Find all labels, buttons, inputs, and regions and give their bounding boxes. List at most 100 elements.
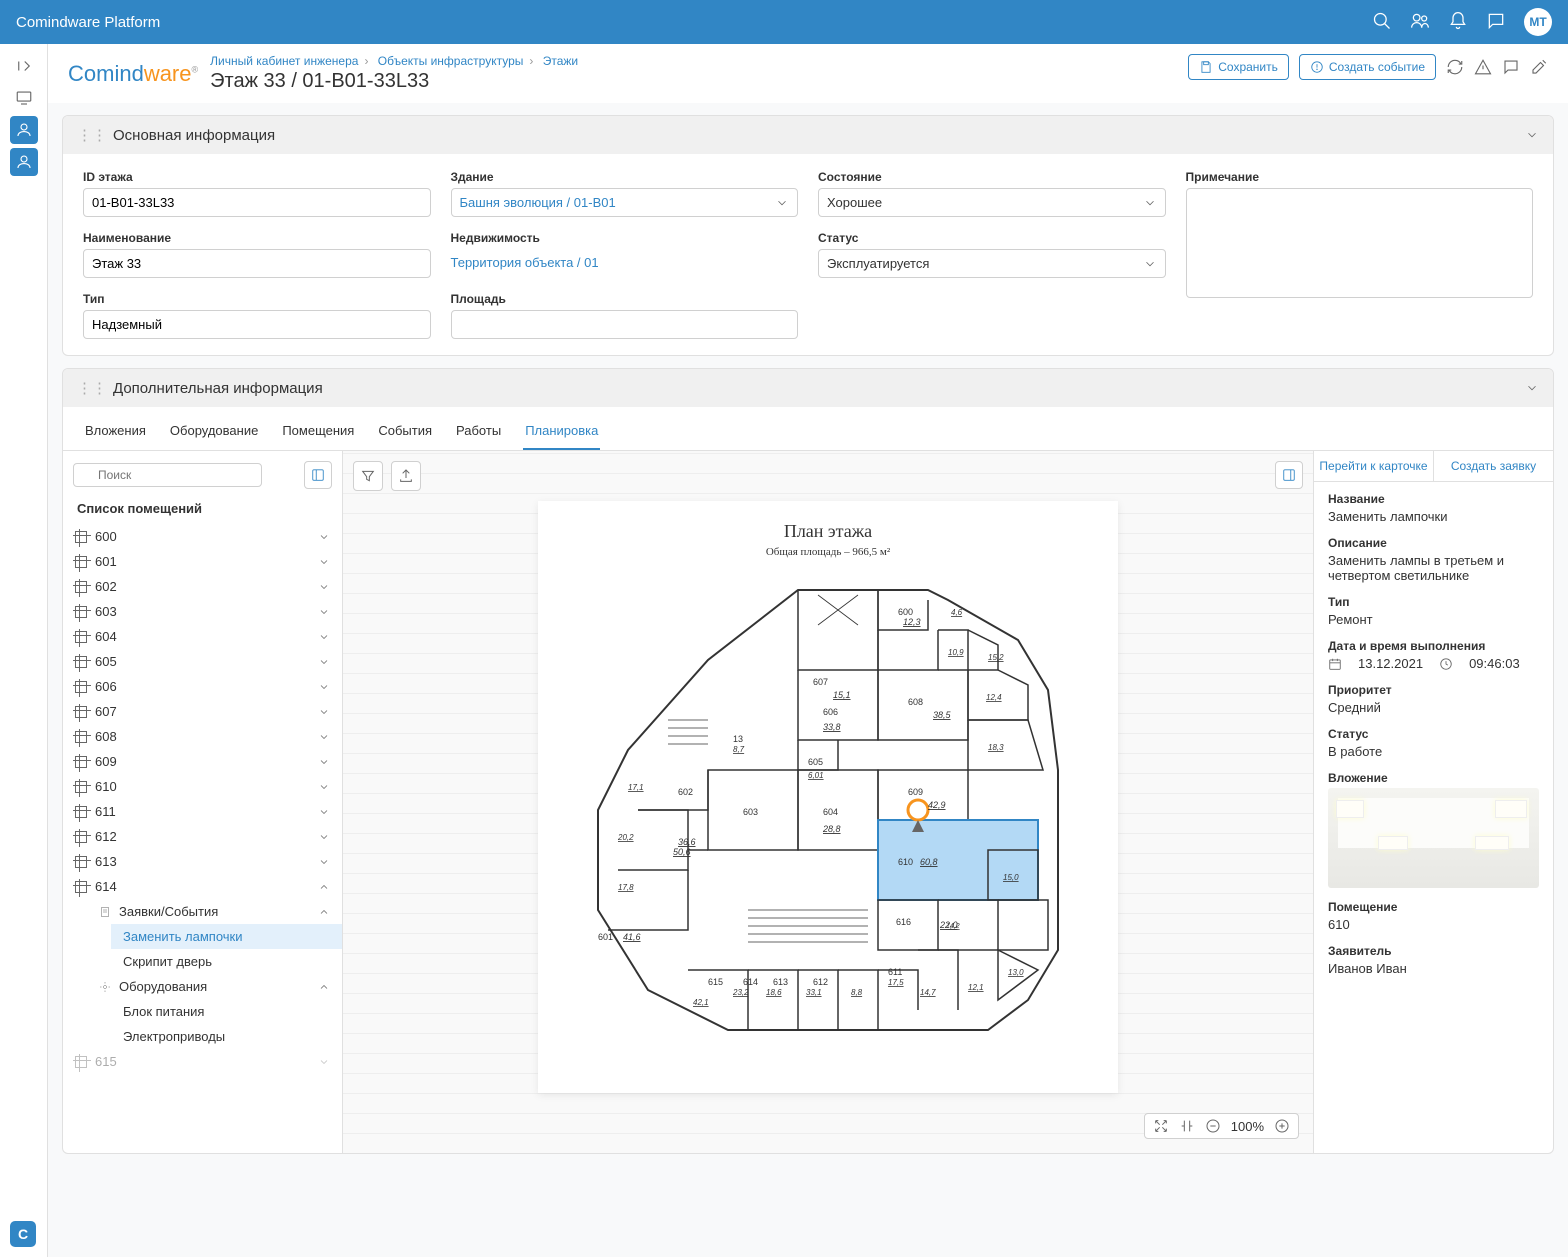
zoom-bar: 100% <box>1144 1113 1299 1139</box>
fit-icon[interactable] <box>1179 1118 1195 1134</box>
svg-text:10,9: 10,9 <box>948 648 964 657</box>
tab-2[interactable]: Помещения <box>280 417 356 450</box>
breadcrumb-2[interactable]: Этажи <box>543 54 578 68</box>
bell-icon[interactable] <box>1448 11 1468 34</box>
breadcrumb-1[interactable]: Объекты инфраструктуры <box>378 54 524 68</box>
equipment-item-1[interactable]: Электроприводы <box>111 1024 342 1049</box>
topbar: Comindware Platform MT <box>0 0 1568 44</box>
detail-date: 13.12.2021 <box>1358 656 1423 671</box>
floorplan-canvas[interactable]: План этажа Общая площадь – 966,5 м² <box>343 451 1313 1153</box>
tab-5[interactable]: Планировка <box>523 417 600 450</box>
room-item-605[interactable]: 605 <box>63 649 342 674</box>
detail-title-value: Заменить лампочки <box>1328 509 1539 524</box>
svg-text:33,1: 33,1 <box>806 988 822 997</box>
detail-status-value: В работе <box>1328 744 1539 759</box>
detail-type-label: Тип <box>1328 595 1539 609</box>
detail-panel: Перейти к карточке Создать заявку Назван… <box>1313 451 1553 1153</box>
create-event-button[interactable]: Создать событие <box>1299 54 1436 80</box>
id-input[interactable] <box>83 188 431 217</box>
note-input[interactable] <box>1186 188 1534 298</box>
search-icon[interactable] <box>1372 11 1392 34</box>
svg-text:36,6: 36,6 <box>678 837 696 847</box>
go-to-card-link[interactable]: Перейти к карточке <box>1314 451 1434 481</box>
room-item-606[interactable]: 606 <box>63 674 342 699</box>
panel-basic-info: ⋮⋮Основная информация ID этажа ЗданиеБаш… <box>62 115 1554 356</box>
rail-user2-icon[interactable] <box>10 148 38 176</box>
panel-toggle-left[interactable] <box>304 461 332 489</box>
expand-icon[interactable] <box>1153 1118 1169 1134</box>
building-select[interactable]: Башня эволюция / 01-B01 <box>451 188 799 217</box>
warning-icon[interactable] <box>1474 58 1492 76</box>
panel-header-basic[interactable]: ⋮⋮Основная информация <box>63 116 1553 154</box>
tab-4[interactable]: Работы <box>454 417 503 450</box>
users-icon[interactable] <box>1410 11 1430 34</box>
request-item-0[interactable]: Заменить лампочки <box>111 924 342 949</box>
svg-text:17,8: 17,8 <box>618 883 634 892</box>
refresh-icon[interactable] <box>1446 58 1464 76</box>
area-input[interactable] <box>451 310 799 339</box>
tab-0[interactable]: Вложения <box>83 417 148 450</box>
equipment-item-0[interactable]: Блок питания <box>111 999 342 1024</box>
save-button[interactable]: Сохранить <box>1188 54 1289 80</box>
room-item-603[interactable]: 603 <box>63 599 342 624</box>
chat-icon[interactable] <box>1486 11 1506 34</box>
svg-text:41,6: 41,6 <box>623 932 641 942</box>
zoom-in-icon[interactable] <box>1274 1118 1290 1134</box>
rail-collapse-icon[interactable] <box>10 52 38 80</box>
note-label: Примечание <box>1186 170 1534 184</box>
app-badge[interactable]: C <box>10 1221 36 1247</box>
create-request-link[interactable]: Создать заявку <box>1434 451 1553 481</box>
realestate-link[interactable]: Территория объекта / 01 <box>451 255 599 270</box>
room-item-608[interactable]: 608 <box>63 724 342 749</box>
page-title: Этаж 33 / 01-B01-33L33 <box>210 70 578 93</box>
export-icon[interactable] <box>391 461 421 491</box>
area-label: Площадь <box>451 292 799 306</box>
room-item-602[interactable]: 602 <box>63 574 342 599</box>
detail-time: 09:46:03 <box>1469 656 1520 671</box>
room-item-604[interactable]: 604 <box>63 624 342 649</box>
room-item-609[interactable]: 609 <box>63 749 342 774</box>
tab-1[interactable]: Оборудование <box>168 417 260 450</box>
room-item-600[interactable]: 600 <box>63 524 342 549</box>
name-input[interactable] <box>83 249 431 278</box>
search-input[interactable] <box>73 463 262 487</box>
request-item-1[interactable]: Скрипит дверь <box>111 949 342 974</box>
svg-text:17,1: 17,1 <box>628 783 644 792</box>
floorplan-svg: 60715,1 60633,8 60838,5 60012,3 4,6 10,9… <box>568 570 1088 1070</box>
room-item-614[interactable]: 614 <box>63 874 342 899</box>
room-item-601[interactable]: 601 <box>63 549 342 574</box>
room-item-607[interactable]: 607 <box>63 699 342 724</box>
breadcrumb: Личный кабинет инженера› Объекты инфраст… <box>210 54 578 68</box>
status-select[interactable]: Эксплуатируется <box>818 249 1166 278</box>
room-tree: Список помещений 60060160260360460560660… <box>63 451 343 1153</box>
rail-monitor-icon[interactable] <box>10 84 38 112</box>
room-item-611[interactable]: 611 <box>63 799 342 824</box>
svg-text:33,8: 33,8 <box>823 722 841 732</box>
name-label: Наименование <box>83 231 431 245</box>
room-item-613[interactable]: 613 <box>63 849 342 874</box>
condition-select[interactable]: Хорошее <box>818 188 1166 217</box>
panel-header-additional[interactable]: ⋮⋮Дополнительная информация <box>63 369 1553 407</box>
avatar[interactable]: MT <box>1524 8 1552 36</box>
svg-text:605: 605 <box>808 757 823 767</box>
breadcrumb-0[interactable]: Личный кабинет инженера <box>210 54 358 68</box>
zoom-value: 100% <box>1231 1119 1264 1134</box>
detail-room-label: Помещение <box>1328 900 1539 914</box>
filter-icon[interactable] <box>353 461 383 491</box>
zoom-out-icon[interactable] <box>1205 1118 1221 1134</box>
edit-icon[interactable] <box>1530 58 1548 76</box>
room-item-612[interactable]: 612 <box>63 824 342 849</box>
requests-node[interactable]: Заявки/События <box>87 899 342 924</box>
room-item-610[interactable]: 610 <box>63 774 342 799</box>
svg-text:12,3: 12,3 <box>903 617 921 627</box>
logo: Comindware® <box>68 61 198 87</box>
equipment-node[interactable]: Оборудования <box>87 974 342 999</box>
svg-text:15,0: 15,0 <box>1003 873 1019 882</box>
room-item-615[interactable]: 615 <box>63 1049 342 1074</box>
type-input[interactable] <box>83 310 431 339</box>
rail-user-icon[interactable] <box>10 116 38 144</box>
comment-icon[interactable] <box>1502 58 1520 76</box>
panel-toggle-right[interactable] <box>1275 461 1303 489</box>
tab-3[interactable]: События <box>376 417 434 450</box>
attachment-image[interactable] <box>1328 788 1539 888</box>
